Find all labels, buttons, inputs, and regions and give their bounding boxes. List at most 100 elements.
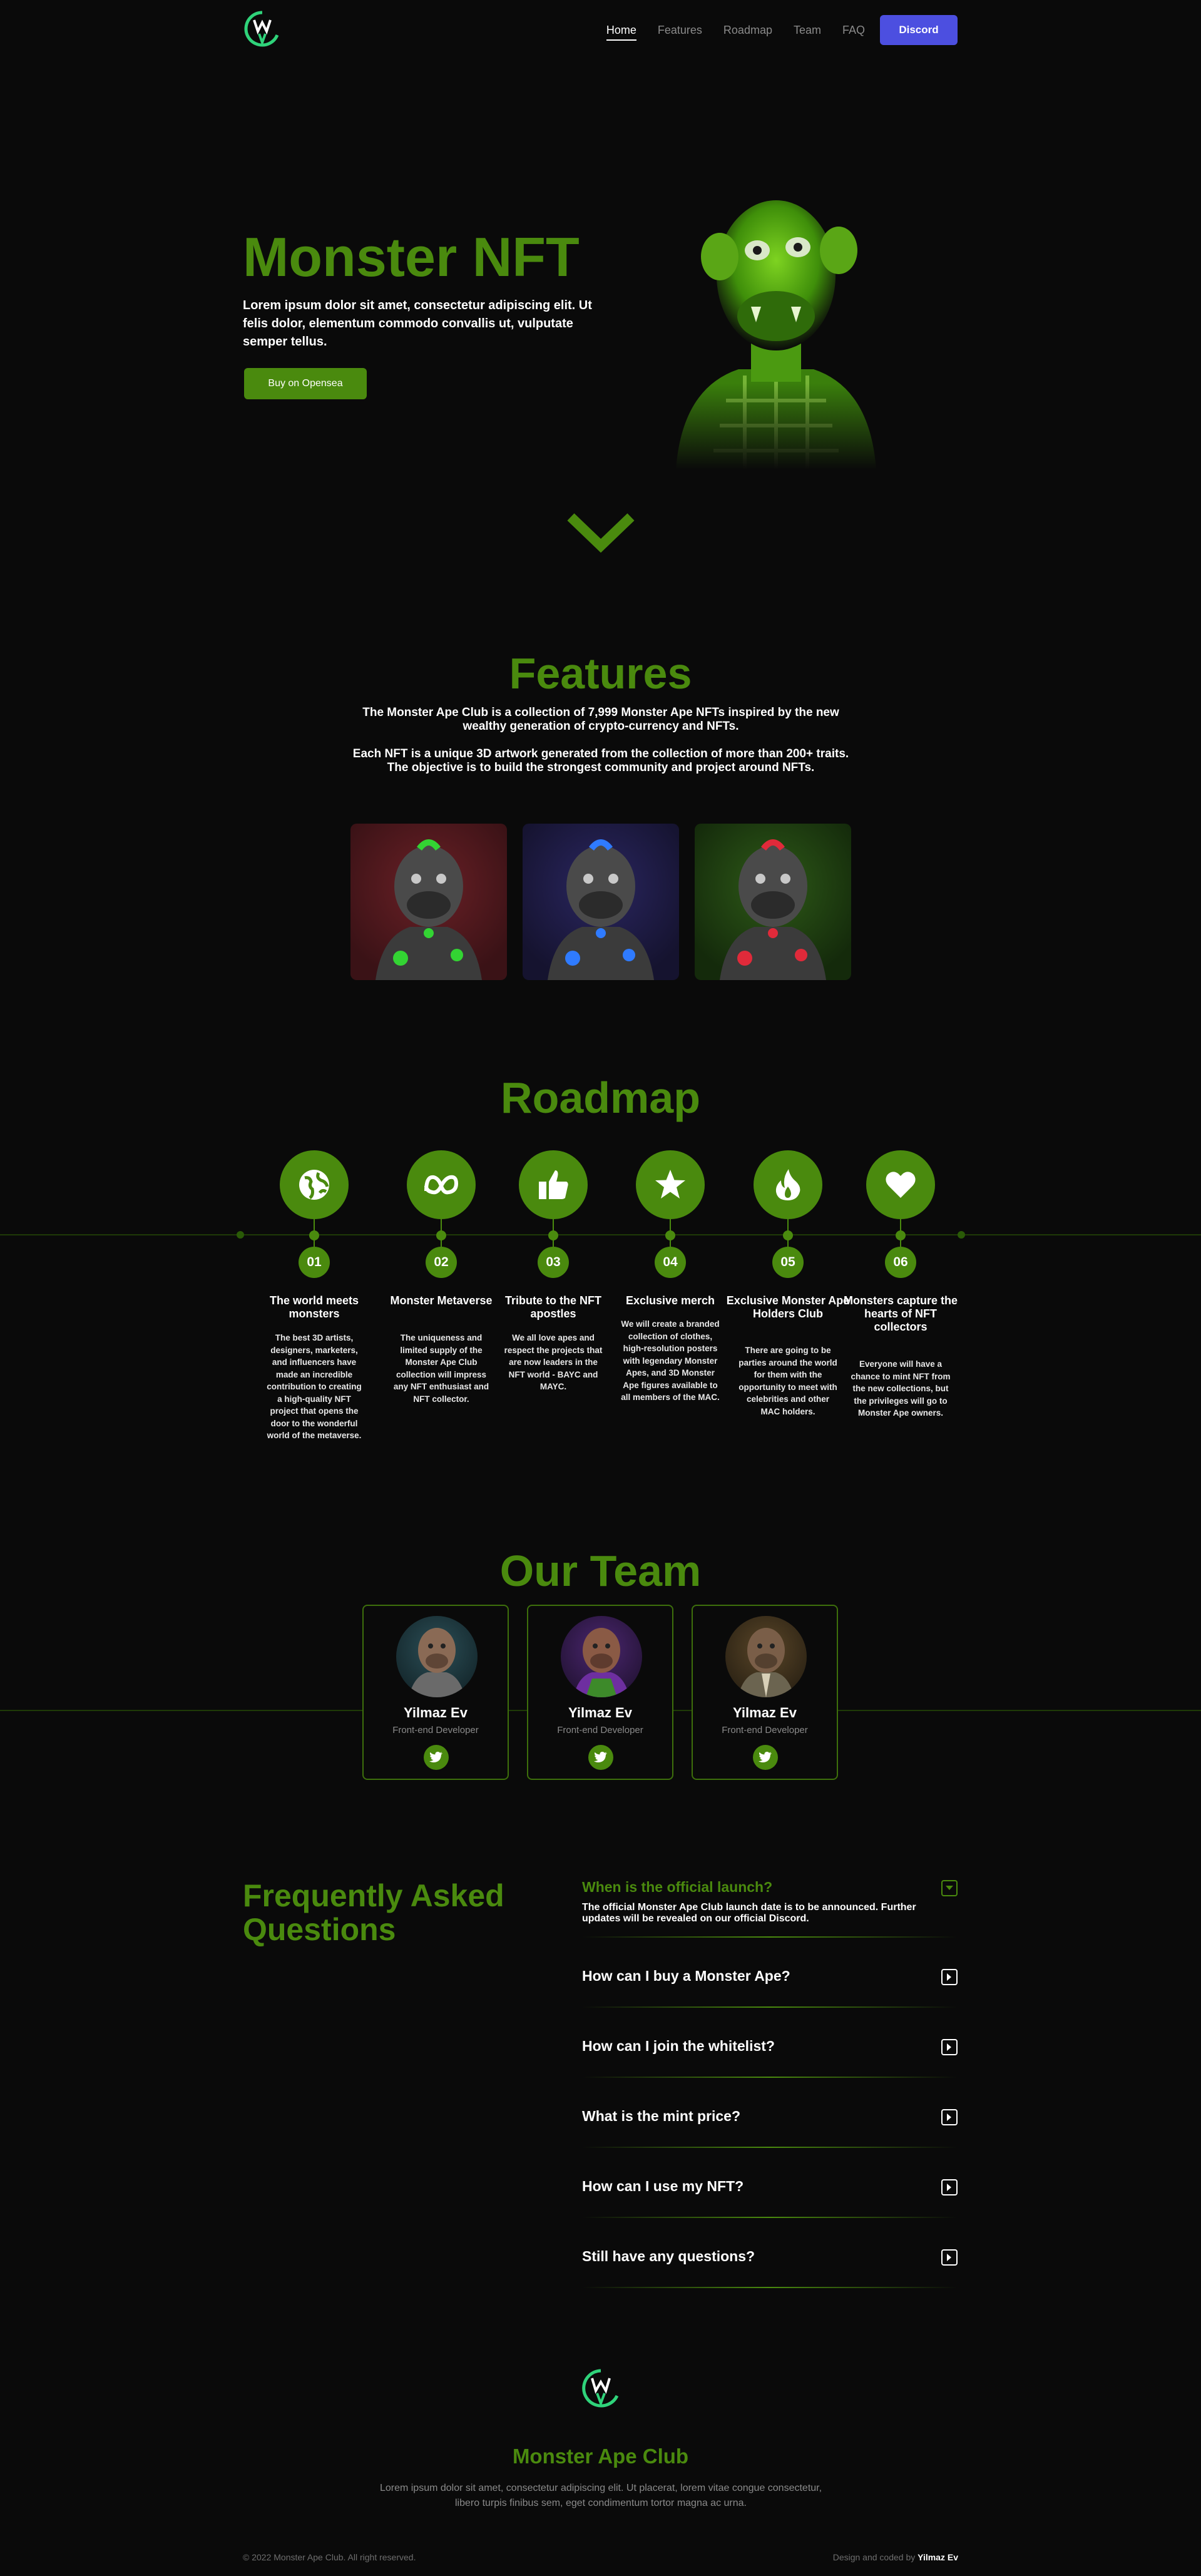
roadmap-item-title: Exclusive merch	[625, 1294, 715, 1307]
avatar	[725, 1616, 807, 1697]
ape-card-red	[695, 824, 851, 980]
faq-question[interactable]: How can I use my NFT?	[582, 2178, 958, 2195]
hero-text: Lorem ipsum dolor sit amet, consectetur …	[243, 299, 592, 349]
chevron-right-icon[interactable]	[941, 2039, 958, 2055]
ape-image-green	[376, 839, 482, 980]
timeline-end-dot	[958, 1231, 965, 1239]
twitter-icon[interactable]	[753, 1745, 778, 1770]
chevron-right-icon[interactable]	[941, 2179, 958, 2195]
roadmap-number: 04	[655, 1247, 686, 1278]
twitter-icon[interactable]	[588, 1745, 613, 1770]
team-member-role: Front-end Developer	[557, 1725, 643, 1735]
roadmap-knot	[548, 1230, 558, 1240]
roadmap-knot	[665, 1230, 675, 1240]
faq-divider	[582, 2006, 958, 2008]
roadmap-item-desc: We all love apes and respect the project…	[504, 1333, 603, 1391]
timeline-start-dot	[237, 1231, 244, 1239]
chevron-right-icon[interactable]	[941, 1969, 958, 1985]
features-paragraph-1: The Monster Ape Club is a collection of …	[362, 706, 839, 733]
scroll-down-chevron-icon[interactable]	[566, 508, 636, 558]
navbar: Home Features Roadmap Team FAQ Discord	[243, 9, 958, 50]
faq-item[interactable]: Still have any questions?	[582, 2248, 958, 2288]
team-member-role: Front-end Developer	[392, 1725, 479, 1735]
roadmap-item-desc: We will create a branded collection of c…	[621, 1319, 720, 1402]
buy-on-opensea-button[interactable]: Buy on Opensea	[244, 368, 367, 399]
team-member-name: Yilmaz Ev	[404, 1705, 468, 1720]
roadmap-knot	[783, 1230, 793, 1240]
roadmap-item-desc: The uniqueness and limited supply of the…	[393, 1333, 489, 1404]
roadmap-item-title: Tribute to the NFT apostles	[505, 1294, 601, 1320]
faq-question[interactable]: How can I buy a Monster Ape?	[582, 1968, 958, 1985]
chevron-right-icon[interactable]	[941, 2249, 958, 2266]
footer-credit: Design and coded by Yilmaz Ev	[833, 2552, 958, 2562]
features-title: Features	[509, 649, 692, 698]
roadmap-item-title: Exclusive Monster Ape Holders Club	[726, 1294, 850, 1320]
nav-link-team[interactable]: Team	[794, 24, 821, 41]
faq-question[interactable]: How can I join the whitelist?	[582, 2038, 958, 2055]
footer-logo-icon[interactable]	[580, 2367, 621, 2412]
team-member-role: Front-end Developer	[722, 1725, 808, 1735]
chevron-right-icon[interactable]	[941, 2109, 958, 2125]
faq-divider	[582, 2077, 958, 2078]
faq-title: Frequently Asked Questions	[243, 1878, 504, 1947]
team-card: Yilmaz Ev Front-end Developer	[692, 1605, 838, 1780]
footer-credit-name[interactable]: Yilmaz Ev	[917, 2552, 958, 2562]
discord-button[interactable]: Discord	[880, 15, 958, 45]
roadmap-number: 06	[885, 1247, 916, 1278]
roadmap-item-desc: There are going to be parties around the…	[738, 1346, 837, 1416]
roadmap-number: 05	[772, 1247, 804, 1278]
faq-divider	[582, 2217, 958, 2218]
fire-icon	[754, 1150, 822, 1219]
roadmap-timeline	[0, 1234, 1201, 1235]
ape-image-red	[720, 839, 826, 980]
roadmap-item-desc: Everyone will have a chance to mint NFT …	[851, 1359, 951, 1418]
features-paragraph-2: Each NFT is a unique 3D artwork generate…	[352, 747, 849, 774]
hero-monster-ape-image	[651, 181, 901, 469]
nav-link-home[interactable]: Home	[606, 24, 636, 41]
roadmap-knot	[309, 1230, 319, 1240]
nav-links: Home Features Roadmap Team FAQ	[606, 24, 865, 41]
team-member-name: Yilmaz Ev	[733, 1705, 797, 1720]
roadmap-item-title: Monsters capture the hearts of NFT colle…	[843, 1294, 958, 1333]
roadmap-item-desc: The best 3D artists, designers, marketer…	[267, 1333, 362, 1440]
roadmap-number: 03	[538, 1247, 569, 1278]
features-description: The Monster Ape Club is a collection of …	[350, 706, 851, 775]
team-title: Our Team	[499, 1546, 702, 1595]
team-member-name: Yilmaz Ev	[568, 1705, 632, 1720]
faq-question[interactable]: What is the mint price?	[582, 2108, 958, 2125]
roadmap-knot	[896, 1230, 906, 1240]
hero-title: Monster NFT	[243, 226, 580, 288]
faq-question[interactable]: When is the official launch?	[582, 1879, 958, 1896]
faq-question[interactable]: Still have any questions?	[582, 2248, 958, 2265]
footer-text: Lorem ipsum dolor sit amet, consectetur …	[379, 2483, 822, 2508]
faq-divider	[582, 2147, 958, 2148]
twitter-icon[interactable]	[424, 1745, 449, 1770]
footer-brand: Monster Ape Club	[512, 2445, 689, 2468]
heart-icon	[866, 1150, 935, 1219]
ape-card-blue	[523, 824, 679, 980]
roadmap-number: 02	[426, 1247, 457, 1278]
faq-item[interactable]: What is the mint price?	[582, 2108, 958, 2148]
nav-link-features[interactable]: Features	[658, 24, 702, 41]
faq-item[interactable]: How can I buy a Monster Ape?	[582, 1968, 958, 2008]
avatar	[396, 1616, 478, 1697]
faq-divider	[582, 2287, 958, 2288]
faq-item[interactable]: How can I use my NFT?	[582, 2178, 958, 2218]
faq-item-open[interactable]: When is the official launch? The officia…	[582, 1879, 958, 1938]
nav-link-roadmap[interactable]: Roadmap	[723, 24, 772, 41]
meta-icon	[407, 1150, 476, 1219]
nav-link-faq[interactable]: FAQ	[842, 24, 865, 41]
logo-icon[interactable]	[243, 9, 282, 50]
faq-item[interactable]: How can I join the whitelist?	[582, 2038, 958, 2078]
roadmap-title: Roadmap	[501, 1073, 700, 1122]
team-card: Yilmaz Ev Front-end Developer	[527, 1605, 673, 1780]
footer-copyright: © 2022 Monster Ape Club. All right reser…	[243, 2552, 416, 2562]
team-card: Yilmaz Ev Front-end Developer	[362, 1605, 509, 1780]
thumbs-up-icon	[519, 1150, 588, 1219]
ape-card-green	[350, 824, 507, 980]
globe-icon	[280, 1150, 349, 1219]
roadmap-knot	[436, 1230, 446, 1240]
roadmap-item-title: Monster Metaverse	[390, 1294, 493, 1307]
chevron-down-icon[interactable]	[941, 1880, 958, 1896]
ape-image-blue	[548, 839, 654, 980]
